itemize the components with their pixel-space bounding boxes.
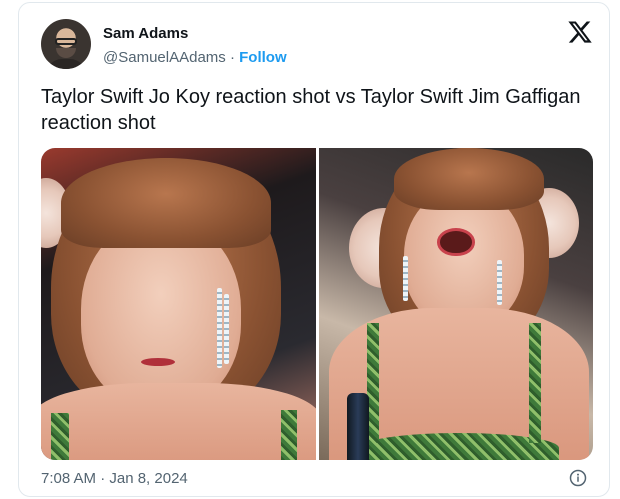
tweet-media[interactable]: [41, 148, 593, 460]
avatar-beard: [56, 48, 76, 58]
avatar-shirt: [46, 59, 86, 69]
tweet-card[interactable]: Sam Adams @SamuelAAdams · Follow Taylor …: [18, 2, 610, 497]
photo-right[interactable]: [318, 148, 593, 460]
author-name[interactable]: Sam Adams: [103, 25, 188, 42]
dress-strap: [281, 410, 297, 460]
dress-strap: [51, 413, 69, 460]
separator-dot: ·: [229, 49, 235, 66]
bangs: [393, 148, 544, 210]
follow-button[interactable]: Follow: [239, 49, 287, 66]
x-logo-icon[interactable]: [567, 19, 593, 45]
dress-strap: [528, 323, 541, 443]
earring: [217, 288, 222, 368]
earring: [224, 294, 229, 364]
info-icon[interactable]: [569, 469, 587, 487]
mouth-open: [436, 228, 475, 256]
earring: [496, 260, 502, 305]
avatar-glasses: [55, 38, 77, 45]
bottle: [346, 393, 369, 460]
mouth: [141, 358, 175, 366]
earring: [402, 256, 408, 301]
tweet-text: Taylor Swift Jo Koy reaction shot vs Tay…: [41, 86, 581, 134]
avatar[interactable]: [41, 19, 91, 69]
author-handle-row: @SamuelAAdams · Follow: [103, 49, 287, 66]
author-handle[interactable]: @SamuelAAdams: [103, 49, 226, 66]
shoulders: [41, 383, 316, 460]
bangs: [61, 158, 271, 248]
tweet-timestamp[interactable]: 7:08 AM · Jan 8, 2024: [41, 470, 188, 487]
photo-left[interactable]: [41, 148, 316, 460]
